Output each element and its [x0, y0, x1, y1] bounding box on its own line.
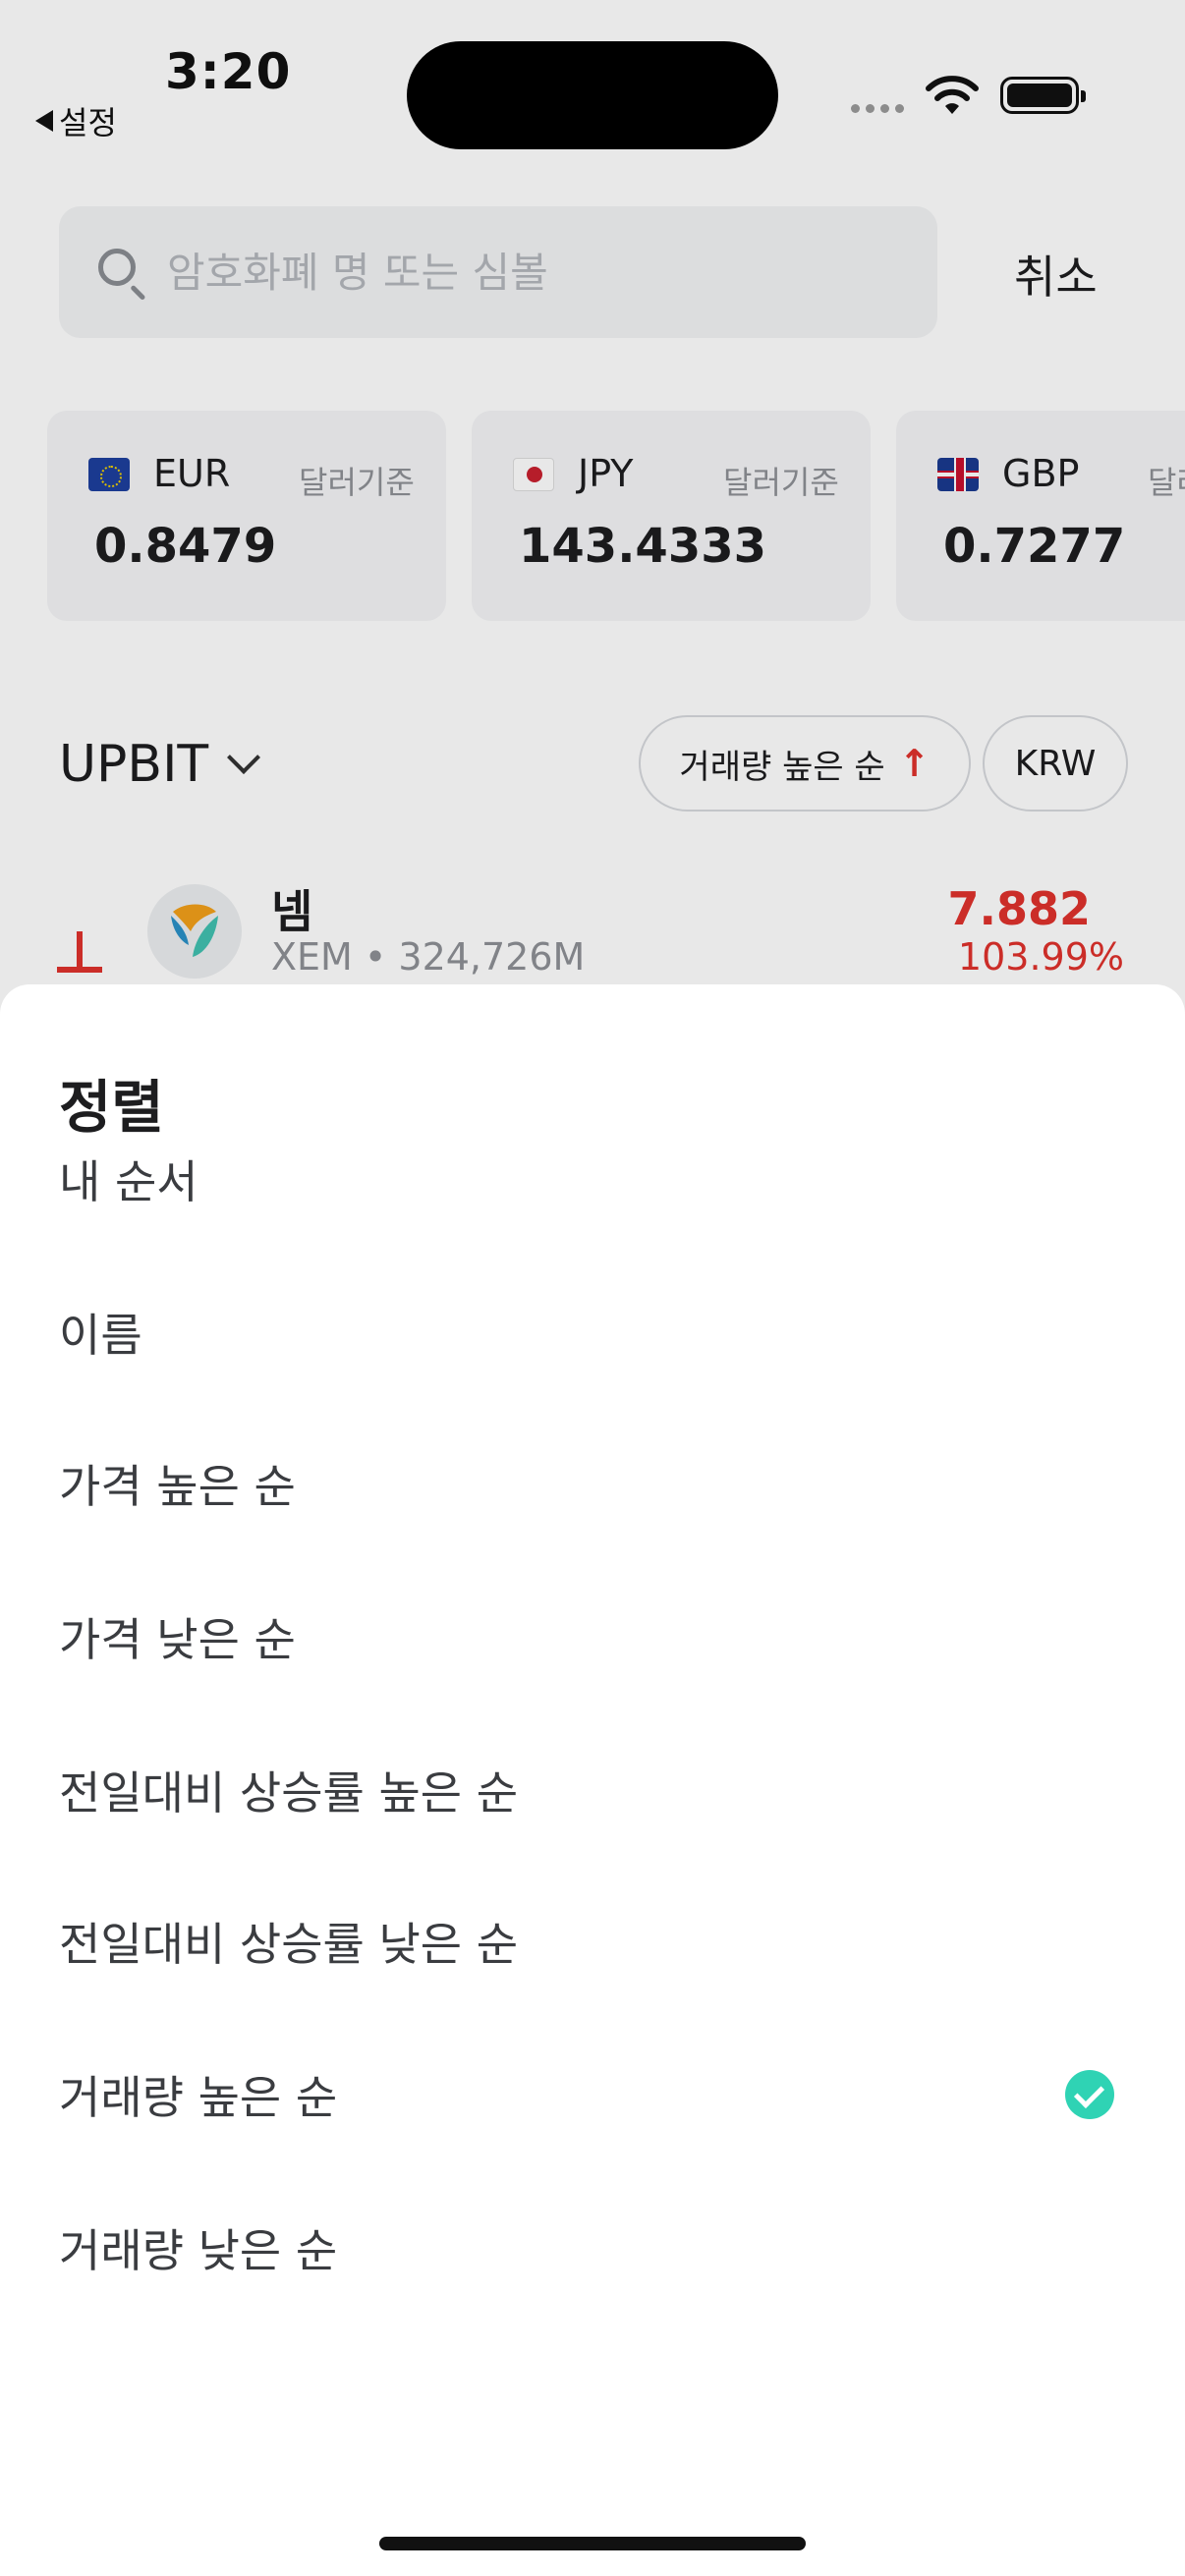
- screen: 3:20 설정 취소 EUR 달러기준 0.8479 JPY: [0, 0, 1185, 2576]
- sort-option-volume-high[interactable]: 거래량 높은 순: [0, 2036, 1185, 2154]
- sort-option-label: 가격 낮은 순: [59, 1613, 296, 1666]
- sort-option-change-high[interactable]: 전일대비 상승률 높은 순: [0, 1731, 1185, 1849]
- sort-option-label: 전일대비 상승률 낮은 순: [59, 1918, 519, 1971]
- sort-option-my-order[interactable]: 내 순서: [0, 1120, 1185, 1238]
- checkmark-icon: [1065, 2070, 1114, 2119]
- sort-option-volume-low[interactable]: 거래량 낮은 순: [0, 2189, 1185, 2307]
- home-indicator[interactable]: [379, 2537, 806, 2550]
- sort-option-name[interactable]: 이름: [0, 1273, 1185, 1391]
- sort-option-label: 이름: [59, 1309, 142, 1362]
- sort-option-label: 거래량 낮은 순: [59, 2224, 338, 2277]
- sort-bottom-sheet: 정렬 내 순서 이름 가격 높은 순 가격 낮은 순 전일대비 상승률 높은 순…: [0, 984, 1185, 2576]
- sort-option-change-low[interactable]: 전일대비 상승률 낮은 순: [0, 1882, 1185, 2000]
- sort-option-price-low[interactable]: 가격 낮은 순: [0, 1578, 1185, 1696]
- sort-option-label: 전일대비 상승률 높은 순: [59, 1766, 519, 1820]
- sort-option-label: 가격 높은 순: [59, 1460, 296, 1513]
- sort-option-label: 내 순서: [59, 1155, 198, 1208]
- sort-option-price-high[interactable]: 가격 높은 순: [0, 1425, 1185, 1542]
- sort-option-label: 거래량 높은 순: [59, 2071, 338, 2124]
